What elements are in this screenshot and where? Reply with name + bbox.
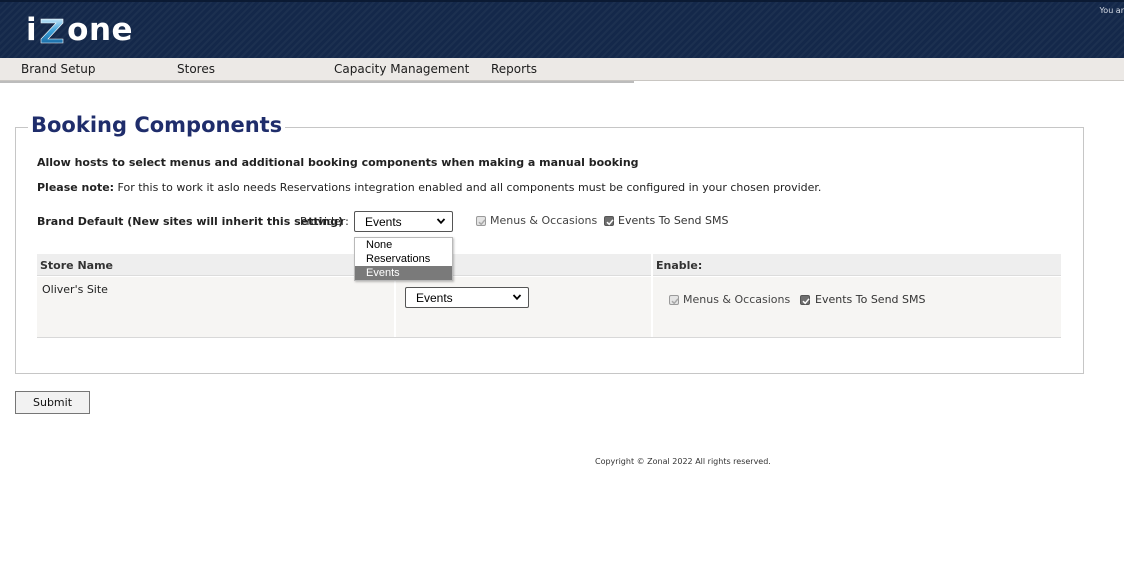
check-icon [802, 298, 810, 305]
logo-prefix: i [26, 12, 38, 48]
store-sms-checkbox[interactable] [800, 295, 810, 305]
chevron-down-icon [436, 218, 446, 225]
nav-capacity-management[interactable]: Capacity Management [334, 62, 469, 76]
provider-dropdown-list: None Reservations Events [354, 237, 453, 281]
dropdown-option-events[interactable]: Events [355, 266, 452, 280]
provider-label: Provider: [300, 215, 349, 228]
note-body: For this to work it aslo needs Reservati… [114, 181, 822, 194]
check-icon [478, 219, 486, 226]
nav-brand-setup[interactable]: Brand Setup [21, 62, 95, 76]
main-nav: Brand Setup Stores Capacity Management R… [0, 58, 1124, 83]
table-cell-enable [653, 277, 1061, 337]
header-top-line [0, 0, 1124, 2]
brand-default-label: Brand Default (New sites will inherit th… [37, 215, 344, 228]
store-provider-value: Events [416, 291, 453, 305]
app-header: i one You ar [0, 0, 1124, 58]
header-store-name: Store Name [40, 259, 114, 272]
brand-menus-checkbox [476, 216, 486, 226]
note-text: Please note: For this to work it aslo ne… [37, 181, 821, 194]
logo-z-icon [38, 15, 66, 45]
izone-logo[interactable]: i one [26, 12, 133, 48]
store-menus-checkbox [669, 295, 679, 305]
brand-menus-label: Menus & Occasions [490, 214, 598, 227]
submit-button[interactable]: Submit [15, 391, 90, 414]
dropdown-option-reservations[interactable]: Reservations [355, 252, 452, 266]
note-label: Please note: [37, 181, 115, 194]
check-icon [671, 298, 679, 305]
table-header: Store Name Enable: [37, 254, 1061, 276]
dropdown-option-none[interactable]: None [355, 238, 452, 252]
check-icon [606, 219, 614, 226]
column-divider [651, 254, 653, 337]
store-name-cell: Oliver's Site [42, 283, 108, 296]
brand-provider-value: Events [365, 215, 402, 229]
user-info-text: You ar [1099, 6, 1124, 15]
nav-reports[interactable]: Reports [491, 62, 537, 76]
header-enable: Enable: [656, 259, 703, 272]
store-menus-label: Menus & Occasions [683, 293, 791, 306]
brand-sms-label: Events To Send SMS [618, 214, 729, 227]
chevron-down-icon [512, 294, 522, 301]
store-provider-select[interactable]: Events [405, 287, 529, 308]
brand-provider-select[interactable]: Events [354, 211, 453, 232]
brand-sms-checkbox[interactable] [604, 216, 614, 226]
logo-suffix: one [67, 12, 134, 48]
description-text: Allow hosts to select menus and addition… [37, 156, 639, 169]
page-title: Booking Components [28, 113, 286, 137]
nav-stores[interactable]: Stores [177, 62, 215, 76]
store-sms-label: Events To Send SMS [815, 293, 926, 306]
nav-shadow [0, 81, 634, 83]
copyright-text: Copyright © Zonal 2022 All rights reserv… [595, 457, 771, 466]
